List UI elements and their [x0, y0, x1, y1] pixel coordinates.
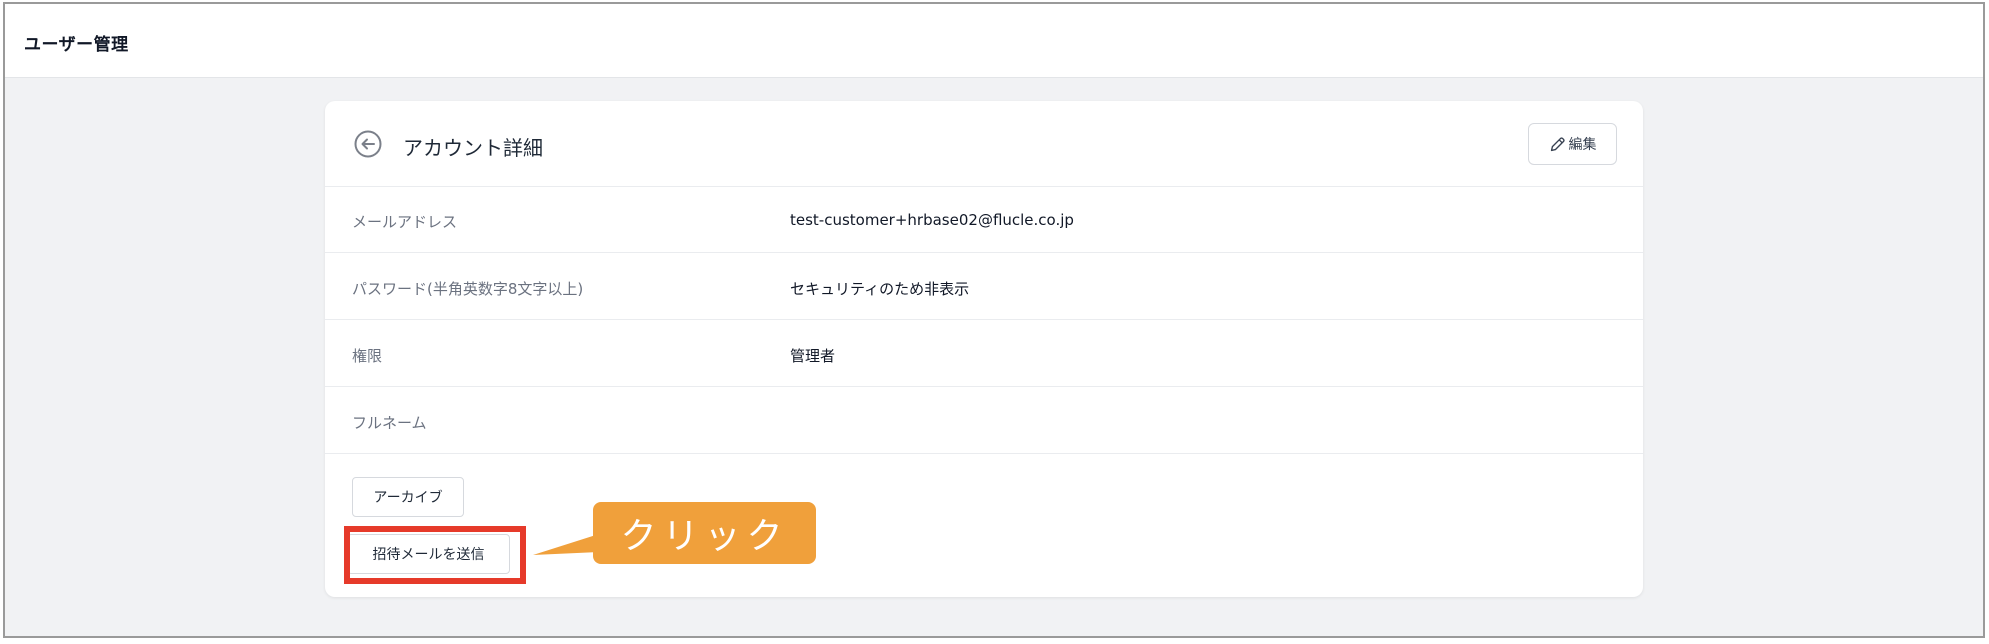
send-invite-email-button[interactable]: 招待メールを送信: [347, 534, 510, 574]
row-label: パスワード(半角英数字8文字以上): [352, 280, 584, 298]
detail-row-password: パスワード(半角英数字8文字以上) セキュリティのため非表示: [325, 254, 1643, 320]
detail-row-email: メールアドレス test-customer+hrbase02@flucle.co…: [325, 187, 1643, 253]
edit-button-label: 編集: [1568, 137, 1597, 153]
account-detail-card: アカウント詳細 編集 メールアドレス test-customer+hrbase0…: [325, 101, 1643, 597]
row-value: セキュリティのため非表示: [790, 280, 970, 298]
row-label: メールアドレス: [352, 213, 458, 231]
top-bar: ユーザー管理: [5, 4, 1983, 78]
archive-button[interactable]: アーカイブ: [352, 477, 464, 517]
pencil-icon: [1550, 136, 1565, 151]
page-title: ユーザー管理: [24, 35, 129, 55]
circle-arrow-left-icon: [354, 130, 382, 158]
app-window: ユーザー管理 アカウント詳細 編集 メールアドレス test-customer+…: [3, 2, 1985, 638]
detail-row-role: 権限 管理者: [325, 321, 1643, 387]
detail-row-fullname: フルネーム: [325, 388, 1643, 454]
click-callout: クリック: [593, 502, 816, 564]
row-label: フルネーム: [352, 414, 427, 432]
row-label: 権限: [352, 347, 383, 365]
back-button[interactable]: [353, 129, 383, 159]
card-header: アカウント詳細 編集: [325, 101, 1643, 187]
row-value: test-customer+hrbase02@flucle.co.jp: [790, 211, 1074, 229]
card-title: アカウント詳細: [403, 136, 543, 160]
row-value: 管理者: [790, 347, 836, 365]
edit-button[interactable]: 編集: [1528, 123, 1617, 165]
